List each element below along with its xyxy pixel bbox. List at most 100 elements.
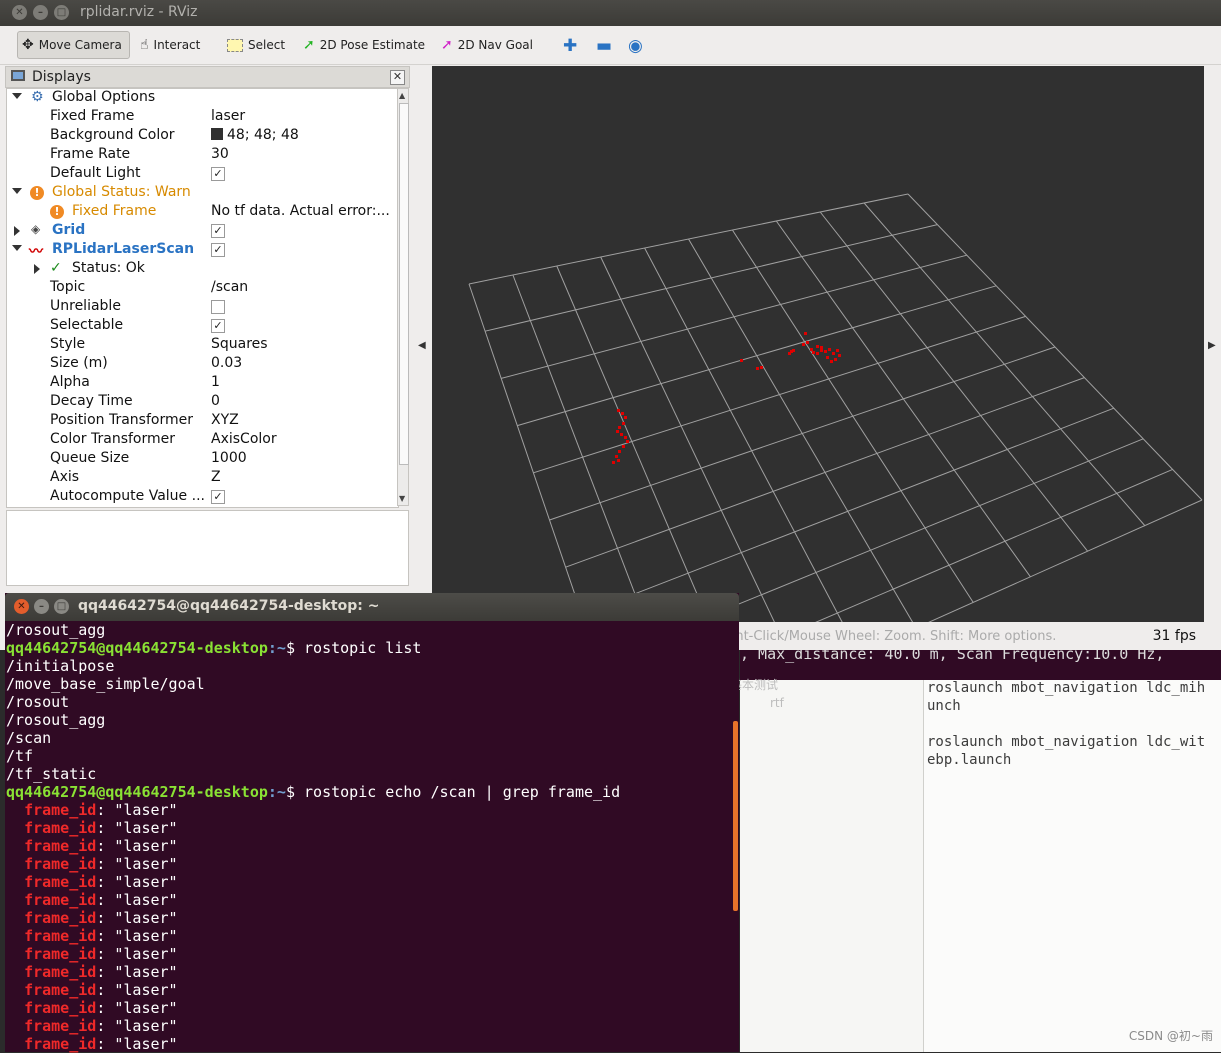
nav-goal-button[interactable]: ➚ 2D Nav Goal — [441, 31, 533, 59]
prompt-path: :~ — [267, 783, 286, 801]
editor-text-area[interactable]: roslaunch mbot_navigation ldc_mih unch r… — [924, 680, 1221, 1052]
scan-point — [626, 440, 629, 443]
editor-sidebar: 基本测试 rtf — [730, 678, 924, 1052]
tree-row-unreliable[interactable]: Unreliable — [7, 298, 398, 317]
select-button[interactable]: Select — [227, 31, 285, 59]
scan-point — [834, 358, 837, 361]
laserscan-checkbox[interactable]: ✓ — [211, 243, 225, 257]
fps-counter: 31 fps — [1152, 628, 1196, 644]
interact-label: Interact — [153, 38, 201, 52]
tree-row-status-fixed-frame[interactable]: ! Fixed Frame No tf data. Actual error:.… — [7, 203, 398, 222]
scrollbar-thumb[interactable] — [399, 103, 409, 465]
tree-value[interactable]: Z — [211, 469, 221, 485]
frame-id-key: frame_id — [24, 945, 97, 963]
terminal-minimize-button[interactable]: – — [34, 599, 49, 614]
scan-point — [756, 367, 759, 370]
window-maximize-button[interactable]: □ — [54, 5, 69, 20]
frame-id-line: frame_id: "laser" — [6, 927, 178, 945]
tree-row-position-transformer[interactable]: Position Transformer XYZ — [7, 412, 398, 431]
collapse-arrow-icon[interactable] — [34, 264, 40, 274]
scan-point — [622, 422, 625, 425]
add-tool-icon[interactable]: ✚ — [563, 36, 577, 56]
scroll-up-icon[interactable]: ▲ — [399, 91, 405, 100]
tree-row-topic[interactable]: Topic /scan — [7, 279, 398, 298]
expand-arrow-icon[interactable] — [12, 93, 22, 99]
expand-arrow-icon[interactable] — [12, 188, 22, 194]
tree-row-size[interactable]: Size (m) 0.03 — [7, 355, 398, 374]
tree-value[interactable]: 0 — [211, 393, 220, 409]
tree-value[interactable]: AxisColor — [211, 431, 277, 447]
close-icon[interactable]: ✕ — [390, 70, 405, 85]
tree-value[interactable]: 1 — [211, 374, 220, 390]
frame-id-key: frame_id — [24, 819, 97, 837]
tree-value[interactable]: 30 — [211, 146, 229, 162]
tree-row-status-ok[interactable]: ✓ Status: Ok — [7, 260, 398, 279]
grid-line — [819, 211, 1088, 552]
prompt-user: qq44642754@qq44642754-desktop — [6, 639, 268, 657]
eye-icon[interactable]: ◉ — [628, 36, 643, 56]
tree-row-style[interactable]: Style Squares — [7, 336, 398, 355]
window-close-button[interactable]: ✕ — [12, 5, 27, 20]
color-swatch — [211, 128, 223, 140]
tree-row-color-transformer[interactable]: Color Transformer AxisColor — [7, 431, 398, 450]
splitter-right-arrow-icon[interactable]: ▶ — [1208, 340, 1216, 351]
terminal-scrollbar[interactable] — [733, 721, 738, 911]
terminal-window[interactable]: ✕ – □ qq44642754@qq44642754-desktop: ~ /… — [5, 593, 739, 1053]
tree-row-alpha[interactable]: Alpha 1 — [7, 374, 398, 393]
interact-button[interactable]: ☝ Interact — [140, 31, 200, 59]
autocompute-checkbox[interactable]: ✓ — [211, 490, 225, 504]
unreliable-checkbox[interactable] — [211, 300, 225, 314]
frame-id-key: frame_id — [24, 927, 97, 945]
displays-tree[interactable]: ⚙ Global Options Fixed Frame laser Backg… — [6, 88, 399, 508]
window-minimize-button[interactable]: – — [33, 5, 48, 20]
checkmark-icon: ✓ — [50, 260, 62, 276]
move-camera-button[interactable]: ✥ Move Camera — [17, 31, 130, 59]
frame-id-value: : "laser" — [96, 1017, 178, 1035]
frame-id-key: frame_id — [24, 873, 97, 891]
frame-id-value: : "laser" — [96, 945, 178, 963]
rviz-titlebar[interactable]: ✕ – □ rplidar.rviz - RViz — [0, 0, 1221, 26]
collapse-arrow-icon[interactable] — [14, 226, 20, 236]
terminal-titlebar[interactable]: ✕ – □ qq44642754@qq44642754-desktop: ~ — [5, 593, 739, 621]
tree-row-decay-time[interactable]: Decay Time 0 — [7, 393, 398, 412]
tree-value[interactable]: Squares — [211, 336, 268, 352]
pose-estimate-button[interactable]: ➚ 2D Pose Estimate — [303, 31, 425, 59]
command-text: rostopic echo /scan | grep frame_id — [304, 783, 621, 801]
tree-scrollbar[interactable]: ▲ ▼ — [397, 88, 409, 506]
selectable-checkbox[interactable]: ✓ — [211, 319, 225, 333]
tree-value[interactable]: 0.03 — [211, 355, 242, 371]
tree-value[interactable]: laser — [211, 108, 245, 124]
editor-line: roslaunch mbot_navigation ldc_mih — [927, 680, 1206, 696]
remove-tool-icon[interactable]: ▬ — [596, 36, 612, 56]
tree-value[interactable]: XYZ — [211, 412, 239, 428]
expand-arrow-icon[interactable] — [12, 245, 22, 251]
terminal-output[interactable]: /rosout_agg qq44642754@qq44642754-deskto… — [5, 621, 739, 1053]
terminal-maximize-button[interactable]: □ — [54, 599, 69, 614]
tree-row-frame-rate[interactable]: Frame Rate 30 — [7, 146, 398, 165]
scan-point — [830, 360, 833, 363]
tree-value[interactable]: /scan — [211, 279, 248, 295]
tree-value[interactable]: 48; 48; 48 — [211, 127, 299, 143]
scroll-down-icon[interactable]: ▼ — [399, 494, 405, 503]
grid-checkbox[interactable]: ✓ — [211, 224, 225, 238]
scan-point — [617, 459, 620, 462]
tree-row-queue-size[interactable]: Queue Size 1000 — [7, 450, 398, 469]
tree-row-axis[interactable]: Axis Z — [7, 469, 398, 488]
scan-point — [820, 346, 823, 349]
tree-value[interactable]: 1000 — [211, 450, 247, 466]
default-light-checkbox[interactable]: ✓ — [211, 167, 225, 181]
tree-row-global-options[interactable]: ⚙ Global Options — [7, 89, 398, 108]
tree-row-fixed-frame[interactable]: Fixed Frame laser — [7, 108, 398, 127]
scan-point — [804, 332, 807, 335]
terminal-close-button[interactable]: ✕ — [14, 599, 29, 614]
tree-row-selectable[interactable]: Selectable ✓ — [7, 317, 398, 336]
tree-row-global-status[interactable]: ! Global Status: Warn — [7, 184, 398, 203]
scan-point — [620, 433, 623, 436]
tree-row-default-light[interactable]: Default Light ✓ — [7, 165, 398, 184]
tree-row-autocompute[interactable]: Autocompute Value ... ✓ — [7, 488, 398, 507]
tree-row-laserscan[interactable]: 〰 RPLidarLaserScan ✓ — [7, 241, 398, 260]
tree-row-background-color[interactable]: Background Color 48; 48; 48 — [7, 127, 398, 146]
splitter-left-arrow-icon[interactable]: ◀ — [418, 340, 426, 351]
tree-row-grid[interactable]: ◈ Grid ✓ — [7, 222, 398, 241]
render-view[interactable] — [432, 66, 1204, 757]
